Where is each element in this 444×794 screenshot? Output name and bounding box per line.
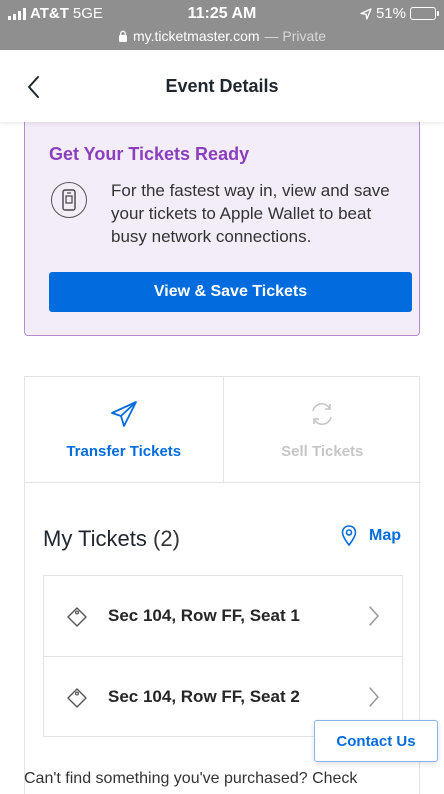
help-text: Can't find something you've purchased? C… bbox=[24, 770, 358, 787]
promo-title: Get Your Tickets Ready bbox=[49, 144, 250, 164]
view-save-tickets-button[interactable]: View & Save Tickets bbox=[49, 272, 412, 312]
contact-us-button[interactable]: Contact Us bbox=[314, 720, 438, 762]
transfer-label: Transfer Tickets bbox=[66, 443, 182, 460]
battery-group: 51% bbox=[360, 5, 439, 22]
chevron-right-icon bbox=[369, 606, 379, 626]
paper-plane-icon bbox=[110, 401, 137, 427]
ticket-tag-icon bbox=[67, 607, 87, 627]
lock-icon bbox=[118, 30, 127, 42]
map-pin-icon bbox=[341, 525, 357, 547]
app-header: Event Details bbox=[0, 50, 444, 122]
ticket-label: Sec 104, Row FF, Seat 2 bbox=[108, 687, 300, 706]
refresh-icon bbox=[312, 403, 333, 425]
ticket-actions: Transfer Tickets Sell Tickets bbox=[25, 377, 421, 483]
my-tickets-title: My Tickets bbox=[43, 526, 147, 551]
battery-icon bbox=[410, 7, 439, 20]
ticket-count: (2) bbox=[153, 526, 180, 551]
map-link[interactable]: Map bbox=[341, 525, 401, 547]
ticket-label: Sec 104, Row FF, Seat 1 bbox=[108, 606, 300, 625]
ticket-tag-icon bbox=[67, 688, 87, 708]
promo-text: For the fastest way in, view and save yo… bbox=[111, 181, 390, 246]
sell-tickets-button[interactable]: Sell Tickets bbox=[222, 377, 422, 482]
ticket-row[interactable]: Sec 104, Row FF, Seat 1 bbox=[44, 576, 402, 656]
location-arrow-icon bbox=[360, 7, 372, 20]
chevron-right-icon bbox=[369, 687, 379, 707]
private-label: — Private bbox=[264, 28, 326, 44]
url-bar[interactable]: my.ticketmaster.com — Private bbox=[0, 28, 444, 44]
url-text: my.ticketmaster.com bbox=[132, 28, 260, 44]
status-bar: AT&T 5GE 11:25 AM 51% my.ticketmaster.co… bbox=[0, 0, 444, 50]
phone-wallet-icon bbox=[51, 182, 87, 218]
map-label: Map bbox=[369, 527, 401, 544]
battery-percent: 51% bbox=[375, 5, 406, 22]
my-tickets-heading: My Tickets (2) bbox=[43, 526, 180, 552]
wallet-promo-card: Get Your Tickets Ready For the fastest w… bbox=[24, 122, 420, 336]
transfer-tickets-button[interactable]: Transfer Tickets bbox=[25, 377, 223, 482]
page-title: Event Details bbox=[165, 76, 279, 96]
sell-label: Sell Tickets bbox=[281, 443, 364, 460]
ticket-list: Sec 104, Row FF, Seat 1 Sec 104, Row FF,… bbox=[43, 575, 403, 737]
